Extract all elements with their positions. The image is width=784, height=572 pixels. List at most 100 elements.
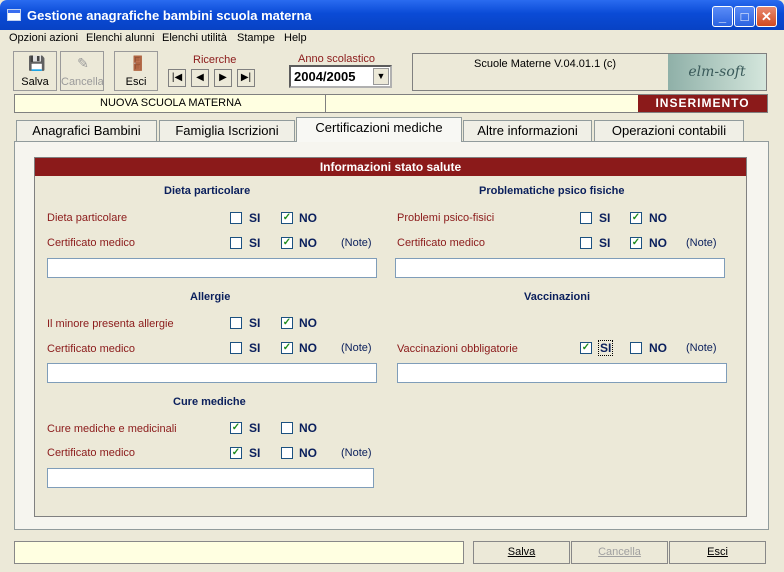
close-button[interactable]: ✕ xyxy=(756,6,777,27)
allergie-note-link[interactable]: (Note) xyxy=(341,342,372,354)
psico-no-checkbox[interactable]: ✓ xyxy=(630,212,642,224)
delete-button[interactable]: Cancella xyxy=(571,541,668,564)
dieta-cert-no-checkbox[interactable]: ✓ xyxy=(281,237,293,249)
section-dieta-title: Dieta particolare xyxy=(164,185,251,197)
save-button[interactable]: Salva xyxy=(473,541,570,564)
menu-bar: Opzioni azioni Elenchi alunni Elenchi ut… xyxy=(0,30,784,47)
nav-last-button[interactable]: ▶| xyxy=(237,69,255,87)
cure-note-link[interactable]: (Note) xyxy=(341,447,372,459)
ricerche-label: Ricerche xyxy=(193,54,237,66)
tab-certificazioni-mediche[interactable]: Certificazioni mediche xyxy=(296,117,462,142)
psico-label: Problemi psico-fisici xyxy=(397,212,495,224)
cure-label: Cure mediche e medicinali xyxy=(47,423,177,435)
vaccinazioni-no-checkbox[interactable] xyxy=(630,342,642,354)
section-vaccinazioni-title: Vaccinazioni xyxy=(524,291,591,303)
psico-cert-no-label: NO xyxy=(649,236,667,250)
floppy-disk-icon: 💾 xyxy=(28,55,46,71)
title-bar[interactable]: Gestione anagrafiche bambini scuola mate… xyxy=(0,0,784,30)
maximize-button[interactable]: □ xyxy=(734,6,755,27)
cure-no-label: NO xyxy=(299,421,317,435)
psico-cert-si-checkbox[interactable] xyxy=(580,237,592,249)
psico-note-input[interactable] xyxy=(395,258,725,278)
vaccinazioni-si-checkbox[interactable]: ✓ xyxy=(580,342,592,354)
chevron-down-icon[interactable]: ▼ xyxy=(373,68,389,85)
dieta-cert-si-label: SI xyxy=(249,236,261,250)
allergie-no-checkbox[interactable]: ✓ xyxy=(281,317,293,329)
cure-cert-no-checkbox[interactable] xyxy=(281,447,293,459)
anno-scolastico-label: Anno scolastico xyxy=(298,53,376,65)
psico-note-link[interactable]: (Note) xyxy=(686,237,717,249)
exit-door-icon: 🚪 xyxy=(129,55,147,71)
toolbar-save-button[interactable]: 💾 Salva xyxy=(13,51,57,91)
allergie-cert-no-label: NO xyxy=(299,341,317,355)
psico-certificato-label: Certificato medico xyxy=(397,237,486,249)
dieta-cert-si-checkbox[interactable] xyxy=(230,237,242,249)
toolbar-exit-button[interactable]: 🚪 Esci xyxy=(114,51,158,91)
psico-si-label: SI xyxy=(599,211,611,225)
allergie-cert-si-checkbox[interactable] xyxy=(230,342,242,354)
allergie-si-label: SI xyxy=(249,316,261,330)
allergie-cert-si-label: SI xyxy=(249,341,261,355)
mode-badge: INSERIMENTO xyxy=(638,95,767,112)
psico-si-checkbox[interactable] xyxy=(580,212,592,224)
window-title: Gestione anagrafiche bambini scuola mate… xyxy=(27,8,312,23)
menu-elenchi-alunni[interactable]: Elenchi alunni xyxy=(86,32,155,44)
tab-anagrafici-bambini[interactable]: Anagrafici Bambini xyxy=(16,120,157,141)
allergie-si-checkbox[interactable] xyxy=(230,317,242,329)
anno-scolastico-value: 2004/2005 xyxy=(294,69,356,84)
allergie-cert-no-checkbox[interactable]: ✓ xyxy=(281,342,293,354)
minimize-button[interactable]: _ xyxy=(712,6,733,27)
toolbar-save-label: Salva xyxy=(21,76,49,88)
vaccinazioni-note-input[interactable] xyxy=(397,363,727,383)
nav-first-button[interactable]: |◀ xyxy=(168,69,186,87)
company-logo: elm-soft xyxy=(668,54,766,90)
menu-opzioni-azioni[interactable]: Opzioni azioni xyxy=(9,32,78,44)
tab-operazioni-contabili[interactable]: Operazioni contabili xyxy=(594,120,744,141)
dieta-si-checkbox[interactable] xyxy=(230,212,242,224)
section-allergie-title: Allergie xyxy=(190,291,231,303)
psico-cert-no-checkbox[interactable]: ✓ xyxy=(630,237,642,249)
cure-si-checkbox[interactable]: ✓ xyxy=(230,422,242,434)
anno-scolastico-select[interactable]: 2004/2005 ▼ xyxy=(289,65,392,88)
dieta-no-label: NO xyxy=(299,211,317,225)
version-label: Scuole Materne V.04.01.1 (c) xyxy=(474,58,617,70)
cure-cert-si-label: SI xyxy=(249,446,261,460)
toolbar-delete-button[interactable]: ✎ Cancella xyxy=(60,51,104,91)
cure-note-input[interactable] xyxy=(47,468,374,488)
toolbar-exit-label: Esci xyxy=(125,76,147,88)
nav-next-button[interactable]: ▶ xyxy=(214,69,232,87)
school-bar-divider xyxy=(325,95,326,112)
allergie-no-label: NO xyxy=(299,316,317,330)
section-psico-title: Problematiche psico fisiche xyxy=(479,185,625,197)
psico-cert-si-label: SI xyxy=(599,236,611,250)
vaccinazioni-si-label: SI xyxy=(598,340,614,356)
menu-stampe[interactable]: Stampe xyxy=(237,32,275,44)
health-info-frame xyxy=(34,157,747,517)
cure-cert-no-label: NO xyxy=(299,446,317,460)
menu-help[interactable]: Help xyxy=(284,32,307,44)
cure-certificato-label: Certificato medico xyxy=(47,447,136,459)
cure-si-label: SI xyxy=(249,421,261,435)
exit-button[interactable]: Esci xyxy=(669,541,766,564)
nav-prev-button[interactable]: ◀ xyxy=(191,69,209,87)
cure-no-checkbox[interactable] xyxy=(281,422,293,434)
health-info-header: Informazioni stato salute xyxy=(35,158,746,176)
vaccinazioni-note-link[interactable]: (Note) xyxy=(686,342,717,354)
toolbar-delete-label: Cancella xyxy=(61,76,104,88)
tab-famiglia-iscrizioni[interactable]: Famiglia Iscrizioni xyxy=(159,120,295,141)
cure-cert-si-checkbox[interactable]: ✓ xyxy=(230,447,242,459)
dieta-label: Dieta particolare xyxy=(47,212,128,224)
dieta-certificato-label: Certificato medico xyxy=(47,237,136,249)
status-field xyxy=(14,541,464,564)
section-cure-title: Cure mediche xyxy=(173,396,246,408)
dieta-note-input[interactable] xyxy=(47,258,377,278)
tab-altre-informazioni[interactable]: Altre informazioni xyxy=(463,120,592,141)
dieta-cert-no-label: NO xyxy=(299,236,317,250)
dieta-note-link[interactable]: (Note) xyxy=(341,237,372,249)
psico-no-label: NO xyxy=(649,211,667,225)
dieta-si-label: SI xyxy=(249,211,261,225)
menu-elenchi-utilita[interactable]: Elenchi utilità xyxy=(162,32,227,44)
vaccinazioni-no-label: NO xyxy=(649,341,667,355)
allergie-note-input[interactable] xyxy=(47,363,377,383)
dieta-no-checkbox[interactable]: ✓ xyxy=(281,212,293,224)
